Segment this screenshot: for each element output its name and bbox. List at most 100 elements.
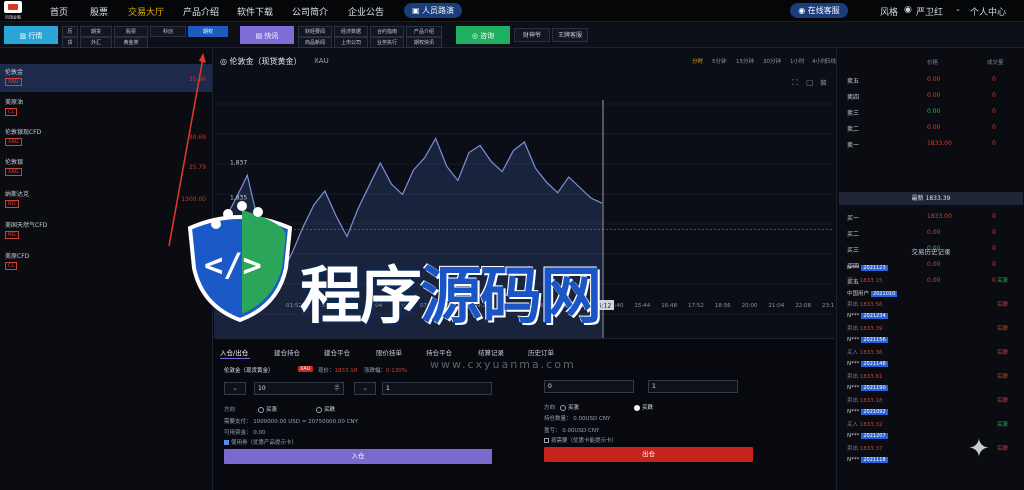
lots-input[interactable]: 10 手 bbox=[254, 382, 344, 395]
nav-download[interactable]: 软件下载 bbox=[237, 5, 273, 18]
svg-text:</>: </> bbox=[204, 246, 262, 284]
right-margin-line: 持仓数量： 0.00USD CNY bbox=[544, 416, 611, 422]
news-button[interactable]: ▤ 快讯 bbox=[240, 26, 294, 44]
history-side: 买跌 bbox=[997, 326, 1009, 332]
order-tab[interactable]: 建仓平仓 bbox=[324, 347, 350, 357]
extra-link-service[interactable]: 王牌客服 bbox=[552, 28, 588, 42]
market-tab-forex[interactable]: 外汇 bbox=[80, 37, 112, 48]
timeframe-tab[interactable]: 分时 bbox=[692, 57, 703, 65]
radio-icon bbox=[560, 404, 566, 411]
nav-trading-hall[interactable]: 交易大厅 bbox=[128, 5, 164, 18]
style-switch[interactable]: 风格 bbox=[880, 5, 898, 18]
nav-about[interactable]: 公司简介 bbox=[292, 5, 328, 18]
username[interactable]: 严卫红 bbox=[916, 5, 943, 18]
mini-tab-goods[interactable]: 货 bbox=[62, 37, 78, 48]
watermark-url: www.cxyuanma.com bbox=[430, 358, 576, 371]
info-link-contract[interactable]: 合约指南 bbox=[370, 26, 404, 37]
chevron-down-icon[interactable]: ⌄ bbox=[955, 5, 961, 13]
order-tab[interactable]: 建仓持仓 bbox=[274, 347, 300, 357]
nav-announcements[interactable]: 企业公告 bbox=[348, 5, 384, 18]
timeframe-tab[interactable]: 30分钟 bbox=[763, 57, 781, 65]
market-tab-futures[interactable]: 期货 bbox=[80, 26, 112, 37]
history-detail: 买入 1833.36 bbox=[847, 348, 883, 356]
history-title: 交易历史记录 bbox=[911, 248, 951, 256]
timeframe-tab[interactable]: 15分钟 bbox=[736, 57, 754, 65]
news-button-label: 快讯 bbox=[264, 32, 279, 40]
quote-row: 卖二 0.00 0 bbox=[837, 120, 1024, 136]
info-link-finance[interactable]: 财经要闻 bbox=[298, 26, 332, 37]
history-badge: 2021123 bbox=[861, 265, 888, 271]
nav-stocks[interactable]: 股票 bbox=[90, 5, 108, 18]
history-side: 买涨 bbox=[997, 278, 1009, 284]
timeframe-tab[interactable]: 1小时 bbox=[790, 57, 805, 65]
order-tab[interactable]: 限价挂单 bbox=[376, 347, 402, 357]
order-tab[interactable]: 结算记录 bbox=[478, 347, 504, 357]
history-side: 买跌 bbox=[997, 350, 1009, 356]
close-position-button[interactable]: 出仓 bbox=[544, 447, 753, 462]
x-tick-label: 23:12 bbox=[822, 303, 834, 309]
quote-price: 0.00 bbox=[927, 92, 941, 99]
history-user: N*** 2021156 bbox=[847, 337, 888, 343]
y-tick-label: 1,837 bbox=[230, 160, 247, 167]
user-center-link[interactable]: 个人中心 bbox=[970, 5, 1006, 18]
history-badge: 2021092 bbox=[861, 409, 888, 415]
quote-row: 卖三 0.00 0 bbox=[837, 104, 1024, 120]
coupon-checkbox[interactable]: 使用券（优惠产品提示卡） bbox=[224, 438, 297, 446]
history-row: N*** 2021118 bbox=[837, 456, 1024, 480]
asset-name: 美原油 bbox=[5, 99, 24, 106]
order-tab[interactable]: 历史订单 bbox=[528, 347, 554, 357]
mini-tab-history[interactable]: 历 bbox=[62, 26, 78, 37]
market-tab-gold[interactable]: 黄金类 bbox=[114, 37, 148, 48]
quote-price: 0.00 bbox=[927, 229, 941, 236]
quote-button[interactable]: ▥ 行情 bbox=[4, 26, 58, 44]
right-qty-input[interactable]: 0 bbox=[544, 380, 634, 393]
info-link-commodity[interactable]: 商品新闻 bbox=[298, 37, 332, 48]
chart-symbol: XAU bbox=[314, 57, 329, 65]
extra-link-wealth[interactable]: 财神爷 bbox=[514, 28, 550, 42]
user-avatar-icon[interactable]: ◉ bbox=[904, 5, 912, 15]
info-link-business[interactable]: 业务执行 bbox=[370, 37, 404, 48]
nav-home[interactable]: 首页 bbox=[50, 5, 68, 18]
refresh-icon[interactable]: ◎ bbox=[220, 57, 230, 66]
quote-label: 买二 bbox=[847, 231, 860, 238]
right-sell-radio[interactable]: 买跌 bbox=[634, 403, 653, 411]
market-tab-options[interactable]: 期权 bbox=[188, 26, 228, 37]
buy-up-radio[interactable]: 买涨 bbox=[258, 405, 277, 413]
open-position-button[interactable]: 入仓 bbox=[224, 449, 492, 464]
history-side: 买跌 bbox=[997, 398, 1009, 404]
watermark-shield-icon: </> bbox=[187, 201, 293, 323]
info-link-product[interactable]: 产品介绍 bbox=[406, 26, 442, 37]
order-tab[interactable]: 持仓平仓 bbox=[426, 347, 452, 357]
quote-price: 0.00 bbox=[927, 108, 941, 115]
lots-dropdown[interactable]: ⌄ bbox=[224, 382, 246, 395]
online-service-button[interactable]: ◉ 在线客服 bbox=[790, 3, 848, 18]
market-tab-tech[interactable]: 科创 bbox=[150, 26, 186, 37]
history-detail-value: 1833.15 bbox=[859, 278, 883, 284]
info-link-options[interactable]: 期权快讯 bbox=[406, 37, 442, 48]
timeframe-tab[interactable]: 5分钟 bbox=[712, 57, 727, 65]
history-user: N*** 2021207 bbox=[847, 433, 888, 439]
live-button[interactable]: ▣ 人员路演 bbox=[404, 3, 462, 18]
quote-row: 买二 0.00 0 bbox=[837, 225, 1024, 241]
market-tab-stocks[interactable]: 股票 bbox=[114, 26, 148, 37]
info-link-economy[interactable]: 经济数据 bbox=[334, 26, 368, 37]
asset-name: 美国天然气CFD bbox=[5, 222, 48, 229]
x-tick-label: 21:04 bbox=[768, 303, 784, 309]
info-link-listed[interactable]: 上市公司 bbox=[334, 37, 368, 48]
buy-down-radio[interactable]: 买跌 bbox=[316, 405, 335, 413]
asset-item[interactable]: 美原CFD CL bbox=[0, 248, 212, 276]
right-qty2-input[interactable]: 1 bbox=[648, 380, 738, 393]
nav-products[interactable]: 产品介绍 bbox=[183, 5, 219, 18]
quote-row: 卖五 0.00 0 bbox=[837, 72, 1024, 88]
history-detail: 卖出 1833.39 bbox=[847, 324, 883, 332]
right-buy-radio[interactable]: 买涨 bbox=[560, 403, 579, 411]
support-icon: ◎ bbox=[471, 32, 481, 40]
order-tab[interactable]: 入仓/出仓 bbox=[220, 347, 248, 357]
quote-button-label: 行情 bbox=[28, 32, 43, 40]
timeframe-tab[interactable]: 日线 bbox=[825, 57, 836, 65]
consult-button[interactable]: ◎ 咨询 bbox=[456, 26, 510, 44]
logo[interactable]: 风瑞金融 bbox=[2, 1, 24, 21]
right-coupon-checkbox[interactable]: 按需要（优惠卡能提示卡） bbox=[544, 436, 617, 444]
qty-input[interactable]: 1 bbox=[382, 382, 492, 395]
qty-dropdown[interactable]: ⌄ bbox=[354, 382, 376, 395]
